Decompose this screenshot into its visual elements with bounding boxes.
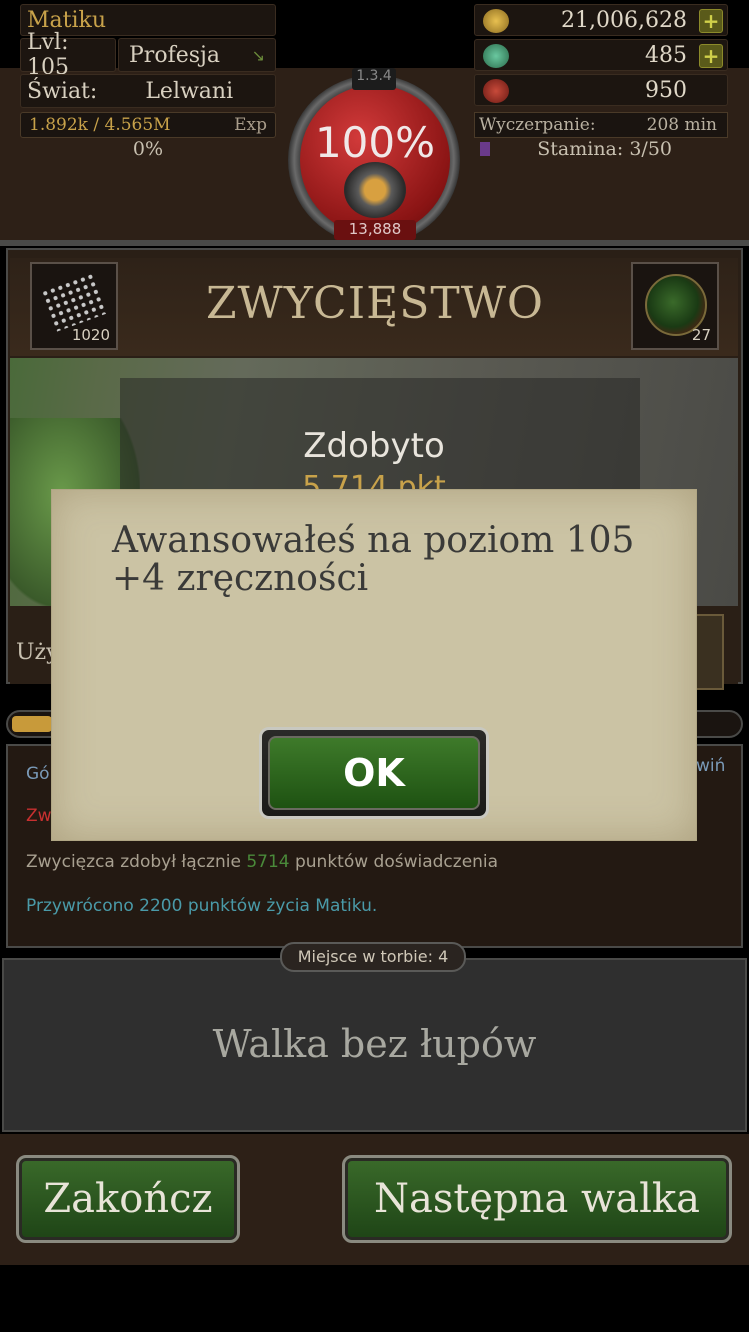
exp-label: Exp [234, 115, 267, 135]
nav-bar [0, 1265, 749, 1332]
stamina-value: Stamina: 3/50 [537, 138, 672, 160]
exp-bar: 1.892k / 4.565M Exp [20, 112, 276, 138]
log-line: Zw [26, 806, 52, 826]
gem-counter: 485 + [474, 39, 728, 71]
exp-percent: 0% [132, 138, 164, 160]
ammo-slot[interactable]: 1020 [30, 262, 118, 350]
ammo-pellets-icon [40, 271, 108, 333]
dragon-emblem-icon [344, 162, 406, 218]
stamina-icon [480, 142, 490, 156]
bag-points-counter: 950 [474, 74, 728, 106]
frame-divider [0, 240, 749, 246]
log-win-points: 5714 [246, 852, 290, 872]
progress-strip-fill [12, 716, 52, 732]
exhaustion-row: Wyczerpanie: 208 min [474, 112, 728, 138]
gem-icon [483, 44, 509, 68]
gained-label: Zdobyto [303, 426, 445, 466]
gold-counter: 21,006,628 + [474, 4, 728, 36]
end-button[interactable]: Zakończ [16, 1155, 240, 1243]
profession-button[interactable]: Profesja ↘ [118, 38, 276, 72]
ammo-count: 1020 [71, 326, 110, 344]
ok-button[interactable]: OK [268, 736, 480, 810]
orb-bottom-value: 13,888 [334, 220, 416, 240]
log-win-suffix: punktów doświadczenia [289, 852, 499, 872]
add-gold-button[interactable]: + [699, 9, 723, 33]
gold-coins-icon [483, 9, 509, 33]
gold-value: 21,006,628 [561, 7, 687, 33]
exhaustion-value: 208 min [646, 115, 717, 135]
gem-value: 485 [645, 42, 687, 68]
potion-count: 27 [691, 326, 711, 344]
level-up-message: Awansowałeś na poziom 105 +4 zręczności [112, 520, 635, 599]
player-level: Lvl: 105 [20, 30, 116, 80]
orb-top-value: 1.3.4 [352, 68, 396, 90]
bag-points-value: 950 [645, 77, 687, 103]
loot-text: Walka bez łupów [212, 1022, 537, 1066]
world-value: Lelwani [145, 78, 234, 104]
log-win-prefix: Zwycięzca zdobył łącznie [26, 852, 247, 872]
exp-value: 1.892k / 4.565M [29, 115, 171, 135]
log-line-winner: Zwycięzca zdobył łącznie 5714 punktów do… [26, 852, 498, 872]
log-line-right: wiń [696, 756, 726, 776]
potion-slot[interactable]: 27 [631, 262, 719, 350]
profession-icon: ↘ [251, 45, 265, 65]
world-info: Świat: Lelwani [20, 74, 276, 108]
bag-space-badge: Miejsce w torbie: 4 [280, 942, 466, 972]
battle-result-title: ZWYCIĘSTWO [205, 278, 545, 329]
log-line-heal: Przywrócono 2200 punktów życia Matiku. [26, 896, 378, 916]
profession-label: Profesja [129, 42, 220, 68]
add-gems-button[interactable]: + [699, 44, 723, 68]
next-fight-button[interactable]: Następna walka [342, 1155, 732, 1243]
world-label: Świat: [27, 78, 98, 104]
stamina-row: Stamina: 3/50 [474, 138, 728, 162]
bag-icon [483, 79, 509, 103]
exhaustion-label: Wyczerpanie: [479, 115, 596, 135]
